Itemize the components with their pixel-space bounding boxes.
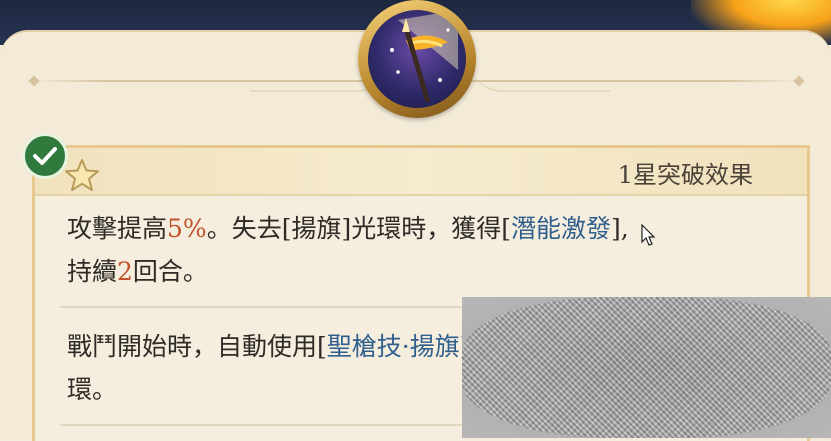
skill-icon-art <box>368 10 466 108</box>
skill-link-holy-spear[interactable]: 聖槍技·揚旗 <box>327 332 460 361</box>
effect-1-line-2: 持續2回合。 <box>67 252 208 292</box>
text-segment: ], <box>610 214 629 243</box>
ornament-right <box>470 60 610 92</box>
blur-overlay <box>462 297 831 438</box>
cursor-icon <box>641 224 655 246</box>
text-segment: 戰鬥開始時，自動使用[ <box>67 332 327 361</box>
effect-2-line-1: 戰鬥開始時，自動使用[聖槍技·揚旗] <box>67 327 469 367</box>
spear-flag-icon[interactable] <box>358 0 476 118</box>
noise-texture <box>462 297 831 438</box>
text-segment: 環。 <box>67 375 118 404</box>
text-segment: 。失去[揚旗]光環時，獲得[ <box>206 214 511 243</box>
text-segment: 攻擊提高 <box>67 214 168 243</box>
text-segment: 回合。 <box>132 257 208 286</box>
star-icon <box>65 159 99 191</box>
value-highlight: 2 <box>117 257 133 286</box>
panel-title: 1星突破效果 <box>617 161 753 189</box>
text-segment: 持續 <box>67 257 118 286</box>
effect-1-line-1: 攻擊提高5%。失去[揚旗]光環時，獲得[潛能激發], <box>67 209 629 249</box>
check-icon <box>22 133 68 179</box>
skill-link-potential[interactable]: 潛能激發 <box>511 214 611 243</box>
effect-2-line-2: 環。 <box>67 370 117 410</box>
value-highlight: 5% <box>167 214 207 243</box>
